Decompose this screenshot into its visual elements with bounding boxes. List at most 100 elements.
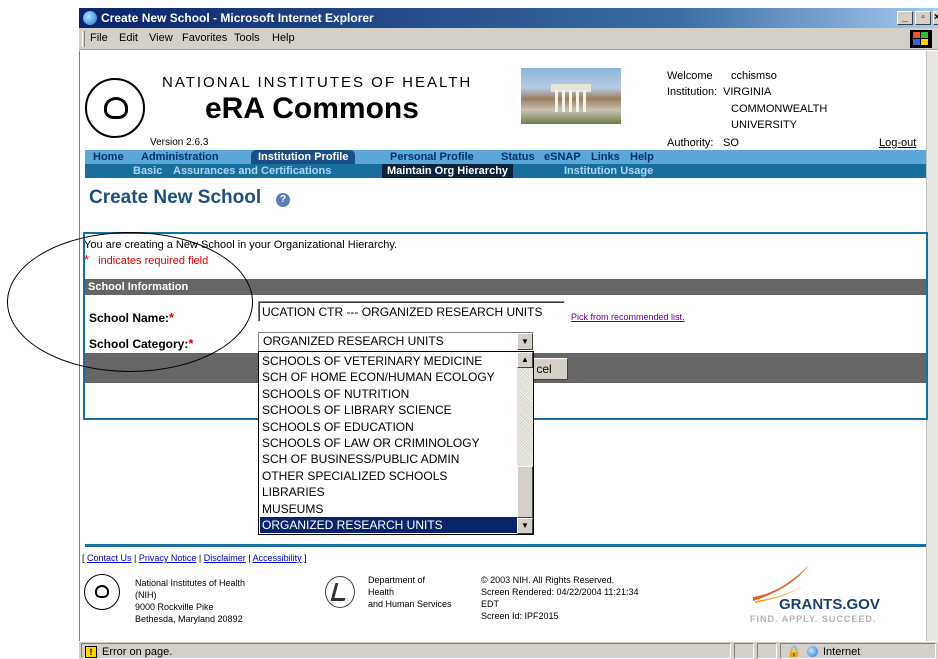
dropdown-option-selected[interactable]: ORGANIZED RESEARCH UNITS (260, 517, 517, 534)
dropdown-option[interactable]: SCHOOLS OF NUTRITION (260, 386, 517, 402)
hhs-eagle-logo (325, 576, 355, 608)
intro-text: You are creating a New School in your Or… (84, 239, 398, 251)
dropdown-option[interactable]: SCHOOLS OF LIBRARY SCIENCE (260, 402, 517, 418)
dropdown-option[interactable]: LIBRARIES (260, 484, 517, 500)
pick-recommended-link[interactable]: Pick from recommended list. (571, 312, 685, 322)
required-note-text: indicates required field (98, 255, 209, 267)
menu-favorites[interactable]: Favorites (182, 32, 227, 44)
dropdown-option[interactable]: SCH OF BUSINESS/PUBLIC ADMIN (260, 451, 517, 467)
close-button[interactable]: × (933, 11, 938, 25)
chevron-down-icon[interactable]: ▼ (517, 333, 533, 350)
menu-edit[interactable]: Edit (119, 32, 138, 44)
status-message: Error on page. (102, 646, 173, 658)
welcome-user: cchismso (731, 70, 777, 82)
institution-line: COMMONWEALTH (731, 103, 828, 115)
nav-personal-profile[interactable]: Personal Profile (390, 150, 474, 164)
nih-footer-seal-logo (84, 574, 120, 610)
menu-view[interactable]: View (149, 32, 173, 44)
select-value: ORGANIZED RESEARCH UNITS (263, 334, 444, 348)
chevron-up-icon[interactable]: ▲ (517, 352, 533, 368)
timezone-line: EDT (481, 599, 499, 609)
secondary-nav: Basic Assurances and Certifications Main… (85, 164, 926, 178)
institution-line: VIRGINIA (723, 86, 772, 98)
school-category-select[interactable]: ORGANIZED RESEARCH UNITS ▼ (258, 332, 534, 351)
nav-status[interactable]: Status (501, 150, 535, 164)
maximize-button[interactable]: ▫ (915, 11, 931, 25)
dropdown-option[interactable]: SCH OF HOME ECON/HUMAN ECOLOGY (260, 369, 517, 385)
window-title-bar[interactable]: Create New School - Microsoft Internet E… (79, 8, 938, 28)
required-star: * (169, 310, 175, 325)
nih-seal-logo (85, 78, 145, 138)
status-message-pane[interactable]: ! Error on page. (81, 643, 731, 659)
footer-divider (85, 544, 926, 547)
nav-esnap[interactable]: eSNAP (544, 150, 581, 164)
subnav-basic[interactable]: Basic (133, 164, 162, 178)
version-label: Version 2.6.3 (150, 137, 209, 148)
nih-address-line: Bethesda, Maryland 20892 (135, 614, 243, 624)
internet-explorer-icon (83, 11, 97, 25)
grants-gov-logo-text: GRANTS.GOV (779, 596, 880, 613)
category-dropdown-list[interactable]: SCHOOLS OF VETERINARY MEDICINE SCH OF HO… (258, 351, 534, 535)
dropdown-option[interactable]: OTHER SPECIALIZED SCHOOLS (260, 468, 517, 484)
window-title: Create New School - Microsoft Internet E… (101, 11, 374, 25)
grants-gov-tagline: FIND. APPLY. SUCCEED. (750, 614, 877, 624)
nav-links[interactable]: Links (591, 150, 620, 164)
subnav-assurances[interactable]: Assurances and Certifications (173, 164, 331, 178)
status-pane (734, 643, 754, 659)
security-zone-pane: 🔒 Internet (780, 643, 936, 659)
authority-value: SO (723, 137, 739, 149)
disclaimer-link[interactable]: Disclaimer (204, 553, 246, 563)
chevron-down-icon[interactable]: ▼ (517, 518, 533, 534)
hhs-line: and Human Services (368, 599, 452, 609)
nav-institution-profile[interactable]: Institution Profile (251, 150, 356, 164)
dropdown-scrollbar[interactable]: ▲ ▼ (517, 352, 533, 534)
lock-icon: 🔒 (787, 646, 801, 658)
status-pane (757, 643, 777, 659)
school-name-input[interactable] (258, 301, 565, 322)
minimize-button[interactable]: _ (897, 11, 913, 25)
dropdown-option[interactable]: MUSEUMS (260, 501, 517, 517)
nav-help[interactable]: Help (630, 150, 654, 164)
required-star: * (188, 336, 194, 351)
nih-address-line: 9000 Rockville Pike (135, 602, 214, 612)
footer-links: [ Contact Us | Privacy Notice | Disclaim… (82, 553, 307, 563)
dropdown-scroll-thumb[interactable] (517, 466, 533, 518)
required-note: * indicates required field (84, 252, 208, 267)
school-name-label-text: School Name: (89, 311, 170, 325)
institution-line: UNIVERSITY (731, 119, 798, 131)
windows-logo-icon (910, 30, 932, 48)
agency-name: NATIONAL INSTITUTES OF HEALTH (162, 74, 473, 91)
screen-id-line: Screen Id: IPF2015 (481, 611, 559, 621)
authority-label: Authority: (667, 137, 714, 149)
section-header: School Information (85, 279, 926, 295)
dropdown-option[interactable]: SCHOOLS OF LAW OR CRIMINOLOGY (260, 435, 517, 451)
nav-administration[interactable]: Administration (141, 150, 219, 164)
globe-icon (807, 646, 818, 657)
logout-link[interactable]: Log-out (879, 137, 916, 149)
hhs-line: Department of (368, 575, 426, 585)
nih-address-line: National Institutes of Health (135, 578, 246, 588)
menu-help[interactable]: Help (272, 32, 295, 44)
menu-bar: File Edit View Favorites Tools Help (79, 28, 938, 50)
privacy-notice-link[interactable]: Privacy Notice (139, 553, 197, 563)
app-name: eRA Commons (205, 92, 419, 125)
school-category-label-text: School Category: (89, 337, 189, 351)
primary-nav: Home Administration Institution Profile … (85, 150, 926, 164)
subnav-maintain-org-hierarchy[interactable]: Maintain Org Hierarchy (382, 164, 514, 178)
nav-home[interactable]: Home (93, 150, 124, 164)
dropdown-option[interactable]: SCHOOLS OF EDUCATION (260, 419, 517, 435)
menu-file[interactable]: File (90, 32, 108, 44)
contact-us-link[interactable]: Contact Us (87, 553, 132, 563)
menu-tools[interactable]: Tools (234, 32, 260, 44)
dropdown-option[interactable]: SCHOOLS OF VETERINARY MEDICINE (260, 353, 517, 369)
warning-icon[interactable]: ! (85, 646, 97, 658)
accessibility-link[interactable]: Accessibility (253, 553, 302, 563)
required-star: * (84, 252, 90, 267)
copyright-line: © 2003 NIH. All Rights Reserved. (481, 575, 615, 585)
toolbar-grip (82, 31, 85, 47)
subnav-institution-usage[interactable]: Institution Usage (564, 164, 653, 178)
school-category-label: School Category:* (89, 336, 193, 351)
hhs-line: Health (368, 587, 395, 597)
help-icon[interactable]: ? (276, 193, 290, 207)
nih-address-line: (NIH) (135, 590, 157, 600)
